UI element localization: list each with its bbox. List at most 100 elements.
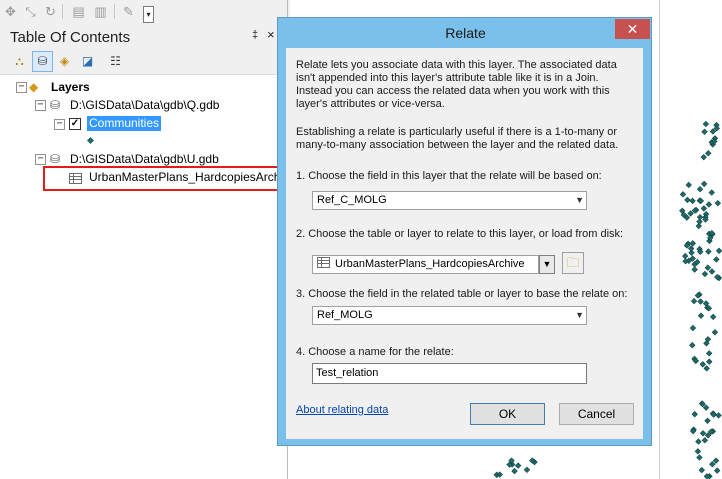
map-point [696, 291, 703, 298]
toc-tree: − ◆ Layers − ⛁ D:\GISData\Data\gdb\Q.gdb… [0, 75, 280, 479]
map-point [697, 312, 705, 319]
map-point [710, 313, 717, 321]
step1-field-select[interactable]: Ref_C_MOLG ▼ [312, 191, 587, 210]
map-point [506, 461, 513, 468]
map-point [702, 216, 709, 223]
pin-icon[interactable]: ‡ [252, 29, 258, 41]
map-point [696, 245, 703, 253]
map-point [701, 437, 709, 444]
layers-label[interactable]: Layers [51, 80, 90, 95]
open-folder-button[interactable]: 🗀 [562, 252, 584, 274]
map-point [714, 467, 721, 474]
step3-field-select[interactable]: Ref_MOLG ▼ [312, 306, 587, 325]
step1-label: 1. Choose the field in this layer that t… [296, 170, 602, 182]
ok-button[interactable]: OK [470, 403, 545, 425]
map-point [692, 206, 700, 214]
map-point [683, 214, 691, 221]
map-point [704, 264, 711, 271]
map-point [701, 128, 708, 135]
relate-name-input[interactable]: Test_relation [312, 363, 587, 384]
toolbar-separator [114, 4, 115, 19]
options-icon[interactable]: ☷ [106, 52, 125, 71]
step2-table-select[interactable]: UrbanMasterPlans_HardcopiesArchive [312, 255, 539, 274]
map-point [700, 153, 707, 161]
map-point [700, 180, 708, 188]
database-icon: ⛁ [50, 98, 61, 112]
collapse-layer1-icon[interactable]: − [54, 119, 65, 130]
map-point [704, 417, 711, 424]
close-icon[interactable]: × [267, 27, 275, 42]
map-point [711, 138, 718, 145]
map-point [705, 248, 712, 255]
map-point [679, 191, 687, 198]
table-icon[interactable]: ▤ [70, 3, 87, 20]
collapse-layers-icon[interactable]: − [16, 82, 27, 93]
map-point [705, 150, 712, 157]
layer-visibility-checkbox[interactable]: ✓ [69, 118, 81, 130]
map-point [713, 125, 720, 132]
list-by-drawing-order-icon[interactable]: ⛬ [10, 52, 29, 71]
list-by-source-icon[interactable]: ⛁ [32, 51, 53, 72]
toolbar-options-dropdown[interactable]: ▾ [143, 6, 154, 23]
db1-path[interactable]: D:\GISData\Data\gdb\Q.gdb [70, 98, 219, 113]
map-point [713, 256, 720, 263]
step2-dropdown-button[interactable]: ▼ [539, 255, 555, 274]
map-point [685, 181, 692, 189]
dialog-title: Relate [445, 25, 486, 41]
pan-icon[interactable]: ✥ [2, 3, 19, 20]
close-button[interactable]: ✕ [615, 19, 650, 39]
map-point [697, 298, 704, 305]
map-point [715, 274, 722, 282]
map-point [683, 242, 691, 249]
db2-path[interactable]: D:\GISData\Data\gdb\U.gdb [70, 152, 219, 167]
layer-communities[interactable]: Communities [87, 116, 162, 131]
map-point [696, 197, 704, 204]
map-point [508, 457, 515, 464]
layout-icon[interactable]: ▥ [92, 3, 109, 20]
map-point [691, 411, 698, 418]
map-point [709, 410, 717, 417]
map-point [688, 245, 695, 252]
collapse-db2-icon[interactable]: − [35, 154, 46, 165]
toc-toolbar: ⛬ ⛁ ◈ ◪ ☷ [0, 49, 277, 75]
map-point [705, 305, 713, 312]
map-point [692, 357, 700, 365]
map-point [709, 428, 717, 435]
map-point [509, 461, 516, 468]
map-point [691, 207, 699, 214]
list-by-visibility-icon[interactable]: ◈ [55, 52, 74, 71]
step3-value: Ref_MOLG [317, 309, 373, 321]
collapse-db1-icon[interactable]: − [35, 100, 46, 111]
annotation-highlight-box [43, 166, 282, 191]
map-point [689, 324, 697, 332]
toc-title: Table Of Contents [10, 29, 131, 46]
map-point [705, 201, 713, 208]
map-point [707, 428, 715, 435]
identify-icon[interactable]: ⤡ [22, 3, 39, 20]
map-point [704, 336, 712, 343]
map-point [709, 231, 716, 238]
step4-label: 4. Choose a name for the relate: [296, 346, 454, 358]
about-relating-data-link[interactable]: About relating data [296, 404, 388, 416]
cancel-button[interactable]: Cancel [559, 403, 634, 425]
layers-icon: ◆ [29, 80, 39, 94]
map-point [699, 430, 707, 437]
map-point [496, 471, 503, 478]
map-point [708, 268, 716, 275]
map-point [698, 400, 706, 407]
refresh-icon[interactable]: ↻ [42, 3, 59, 20]
list-by-selection-icon[interactable]: ◪ [78, 52, 97, 71]
map-point [706, 237, 713, 245]
map-point [685, 257, 692, 265]
map-point [709, 128, 717, 135]
map-point [691, 355, 698, 363]
map-point [696, 186, 704, 193]
map-point [697, 197, 705, 205]
map-point [695, 438, 702, 445]
editor-icon[interactable]: ✎ [120, 3, 137, 20]
map-point [711, 135, 719, 142]
map-point [702, 214, 709, 221]
map-point [714, 199, 722, 207]
map-point [714, 273, 721, 281]
map-point [689, 197, 696, 205]
